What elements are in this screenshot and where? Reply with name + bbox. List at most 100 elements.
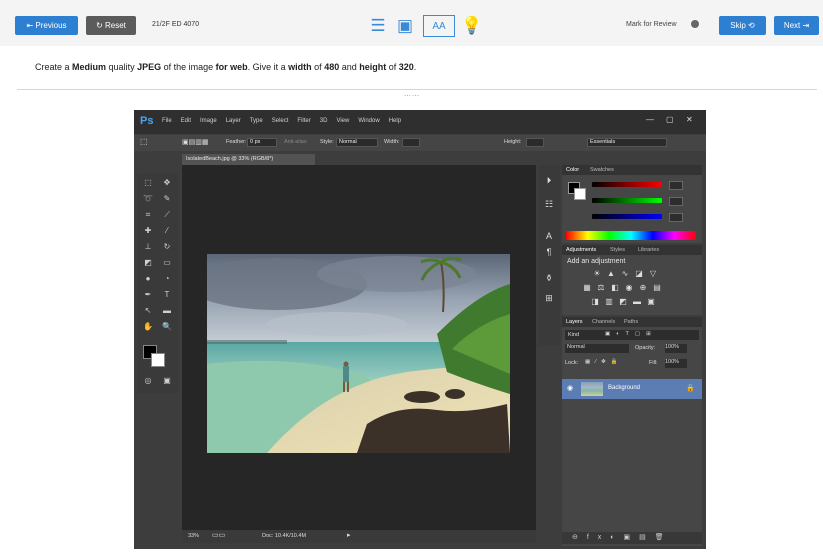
menu-window[interactable]: Window bbox=[358, 118, 379, 124]
levels-icon[interactable]: ▲ bbox=[606, 269, 616, 279]
document-tab[interactable]: IsolatedBeach.jpg @ 33% (RGB/8*) bbox=[182, 154, 315, 165]
vibrance-icon[interactable]: ▽ bbox=[648, 269, 658, 279]
exposure-icon[interactable]: ◪ bbox=[634, 269, 644, 279]
curves-icon[interactable]: ∿ bbox=[620, 269, 630, 279]
marquee-tool-icon[interactable]: ⬚ bbox=[142, 177, 154, 188]
lasso-tool-icon[interactable]: ➰ bbox=[142, 193, 154, 204]
black-white-icon[interactable]: ◧ bbox=[610, 283, 620, 293]
anti-alias-checkbox[interactable]: Anti-alias bbox=[284, 139, 307, 145]
workspace-select[interactable]: Essentials bbox=[587, 138, 667, 147]
menu-edit[interactable]: Edit bbox=[181, 118, 191, 124]
lock-icons[interactable]: ▦⁄✥🔒 bbox=[585, 359, 623, 365]
background-color-swatch[interactable] bbox=[151, 353, 165, 367]
menu-view[interactable]: View bbox=[336, 118, 349, 124]
character-icon[interactable]: A bbox=[543, 229, 555, 243]
status-menu-icon[interactable]: ▸ bbox=[347, 531, 351, 539]
blue-value[interactable] bbox=[669, 213, 683, 222]
gradient-tool-icon[interactable]: ▭ bbox=[161, 257, 173, 268]
style-select[interactable]: Normal bbox=[336, 138, 378, 147]
selection-mode-icon[interactable]: ▣▤▥▦ bbox=[182, 138, 208, 146]
width-field[interactable] bbox=[402, 138, 420, 147]
eraser-tool-icon[interactable]: ◩ bbox=[142, 257, 154, 268]
menu-filter[interactable]: Filter bbox=[297, 118, 310, 124]
tab-layers[interactable]: Layers bbox=[566, 319, 583, 325]
tab-adjustments[interactable]: Adjustments bbox=[566, 247, 596, 253]
shape-tool-icon[interactable]: ▬ bbox=[161, 305, 173, 316]
visibility-eye-icon[interactable]: ◉ bbox=[567, 384, 573, 392]
brush-presets-icon[interactable]: ⚱ bbox=[543, 271, 555, 285]
healing-icon[interactable]: ✚ bbox=[142, 225, 154, 236]
maximize-icon[interactable]: ▢ bbox=[666, 115, 674, 124]
tool-presets-icon[interactable]: ⊞ bbox=[543, 291, 555, 305]
stamp-tool-icon[interactable]: ⊥ bbox=[142, 241, 154, 252]
screen-mode-icon[interactable]: ▣ bbox=[161, 375, 173, 386]
color-bg-swatch[interactable] bbox=[574, 188, 586, 200]
red-value[interactable] bbox=[669, 181, 683, 190]
menu-type[interactable]: Type bbox=[250, 118, 263, 124]
photo-filter-icon[interactable]: ◉ bbox=[624, 283, 634, 293]
layer-row-background[interactable]: ◉ Background 🔒 bbox=[562, 379, 702, 399]
tab-swatches[interactable]: Swatches bbox=[590, 167, 614, 173]
history-brush-icon[interactable]: ↻ bbox=[161, 241, 173, 252]
pen-tool-icon[interactable]: ✒ bbox=[142, 289, 154, 300]
eyedropper-icon[interactable]: ⟋ bbox=[161, 209, 173, 220]
tab-color[interactable]: Color bbox=[566, 167, 579, 173]
blend-mode-select[interactable]: Normal bbox=[565, 344, 629, 353]
threshold-icon[interactable]: ◩ bbox=[618, 297, 628, 307]
color-lookup-icon[interactable]: ▤ bbox=[652, 283, 662, 293]
red-slider[interactable] bbox=[592, 182, 662, 187]
layers-footer-icons[interactable]: ⊖fx◐▣▤🗑 bbox=[572, 533, 673, 541]
menu-select[interactable]: Select bbox=[272, 118, 289, 124]
layer-filter-icons[interactable]: ▣◐T▢⊞ bbox=[605, 331, 657, 337]
tab-paths[interactable]: Paths bbox=[624, 319, 638, 325]
blue-slider[interactable] bbox=[592, 214, 662, 219]
skip-button[interactable]: Skip ⟲ bbox=[719, 16, 766, 35]
dodge-tool-icon[interactable]: ◔ bbox=[161, 273, 173, 284]
green-slider[interactable] bbox=[592, 198, 662, 203]
mark-for-review-toggle[interactable] bbox=[691, 20, 699, 28]
minimize-icon[interactable]: — bbox=[646, 115, 654, 124]
tab-libraries[interactable]: Libraries bbox=[638, 247, 659, 253]
crop-tool-icon[interactable]: ⌗ bbox=[142, 209, 154, 220]
tab-styles[interactable]: Styles bbox=[610, 247, 625, 253]
resize-grip-icon[interactable]: ⋯⋯ bbox=[404, 92, 420, 100]
posterize-icon[interactable]: ▥ bbox=[604, 297, 614, 307]
timeline-icon[interactable]: ▭▭ bbox=[212, 531, 225, 539]
menu-image[interactable]: Image bbox=[200, 118, 217, 124]
green-value[interactable] bbox=[669, 197, 683, 206]
hue-sat-icon[interactable]: ▦ bbox=[582, 283, 592, 293]
opacity-value[interactable]: 100% bbox=[665, 344, 687, 353]
history-icon[interactable]: ⏵ bbox=[543, 173, 555, 187]
properties-icon[interactable]: ☷ bbox=[543, 197, 555, 211]
height-field[interactable] bbox=[526, 138, 544, 147]
brightness-icon[interactable]: ☀ bbox=[592, 269, 602, 279]
paragraph-icon[interactable]: ¶ bbox=[543, 245, 555, 259]
zoom-level[interactable]: 33% bbox=[188, 533, 199, 539]
menu-help[interactable]: Help bbox=[389, 118, 401, 124]
previous-button[interactable]: ⇤ Previous bbox=[15, 16, 78, 35]
selective-color-icon[interactable]: ▣ bbox=[646, 297, 656, 307]
brush-tool-icon[interactable]: ⁄ bbox=[161, 225, 173, 236]
type-tool-icon[interactable]: T bbox=[161, 289, 173, 300]
next-button[interactable]: Next ⇥ bbox=[774, 16, 819, 35]
hand-tool-icon[interactable]: ✋ bbox=[142, 321, 154, 332]
canvas-area[interactable] bbox=[182, 165, 536, 530]
color-balance-icon[interactable]: ⚖ bbox=[596, 283, 606, 293]
blur-tool-icon[interactable]: ● bbox=[142, 273, 154, 284]
quick-select-icon[interactable]: ✎ bbox=[161, 193, 173, 204]
tab-channels[interactable]: Channels bbox=[592, 319, 615, 325]
close-icon[interactable]: ✕ bbox=[686, 115, 693, 124]
gradient-map-icon[interactable]: ▬ bbox=[632, 297, 642, 307]
feather-field[interactable]: 0 px bbox=[247, 138, 277, 147]
menu-file[interactable]: File bbox=[162, 118, 172, 124]
calculator-icon[interactable]: ▣ bbox=[396, 15, 414, 37]
menu-3d[interactable]: 3D bbox=[320, 118, 328, 124]
quick-mask-icon[interactable]: ◎ bbox=[142, 375, 154, 386]
zoom-tool-icon[interactable]: 🔍 bbox=[161, 321, 173, 332]
marquee-icon[interactable]: ⬚ bbox=[140, 137, 148, 146]
font-size-icon[interactable]: AA bbox=[423, 15, 455, 37]
color-spectrum[interactable] bbox=[566, 231, 696, 240]
menu-layer[interactable]: Layer bbox=[226, 118, 241, 124]
invert-icon[interactable]: ◨ bbox=[590, 297, 600, 307]
move-tool-icon[interactable]: ✥ bbox=[161, 177, 173, 188]
